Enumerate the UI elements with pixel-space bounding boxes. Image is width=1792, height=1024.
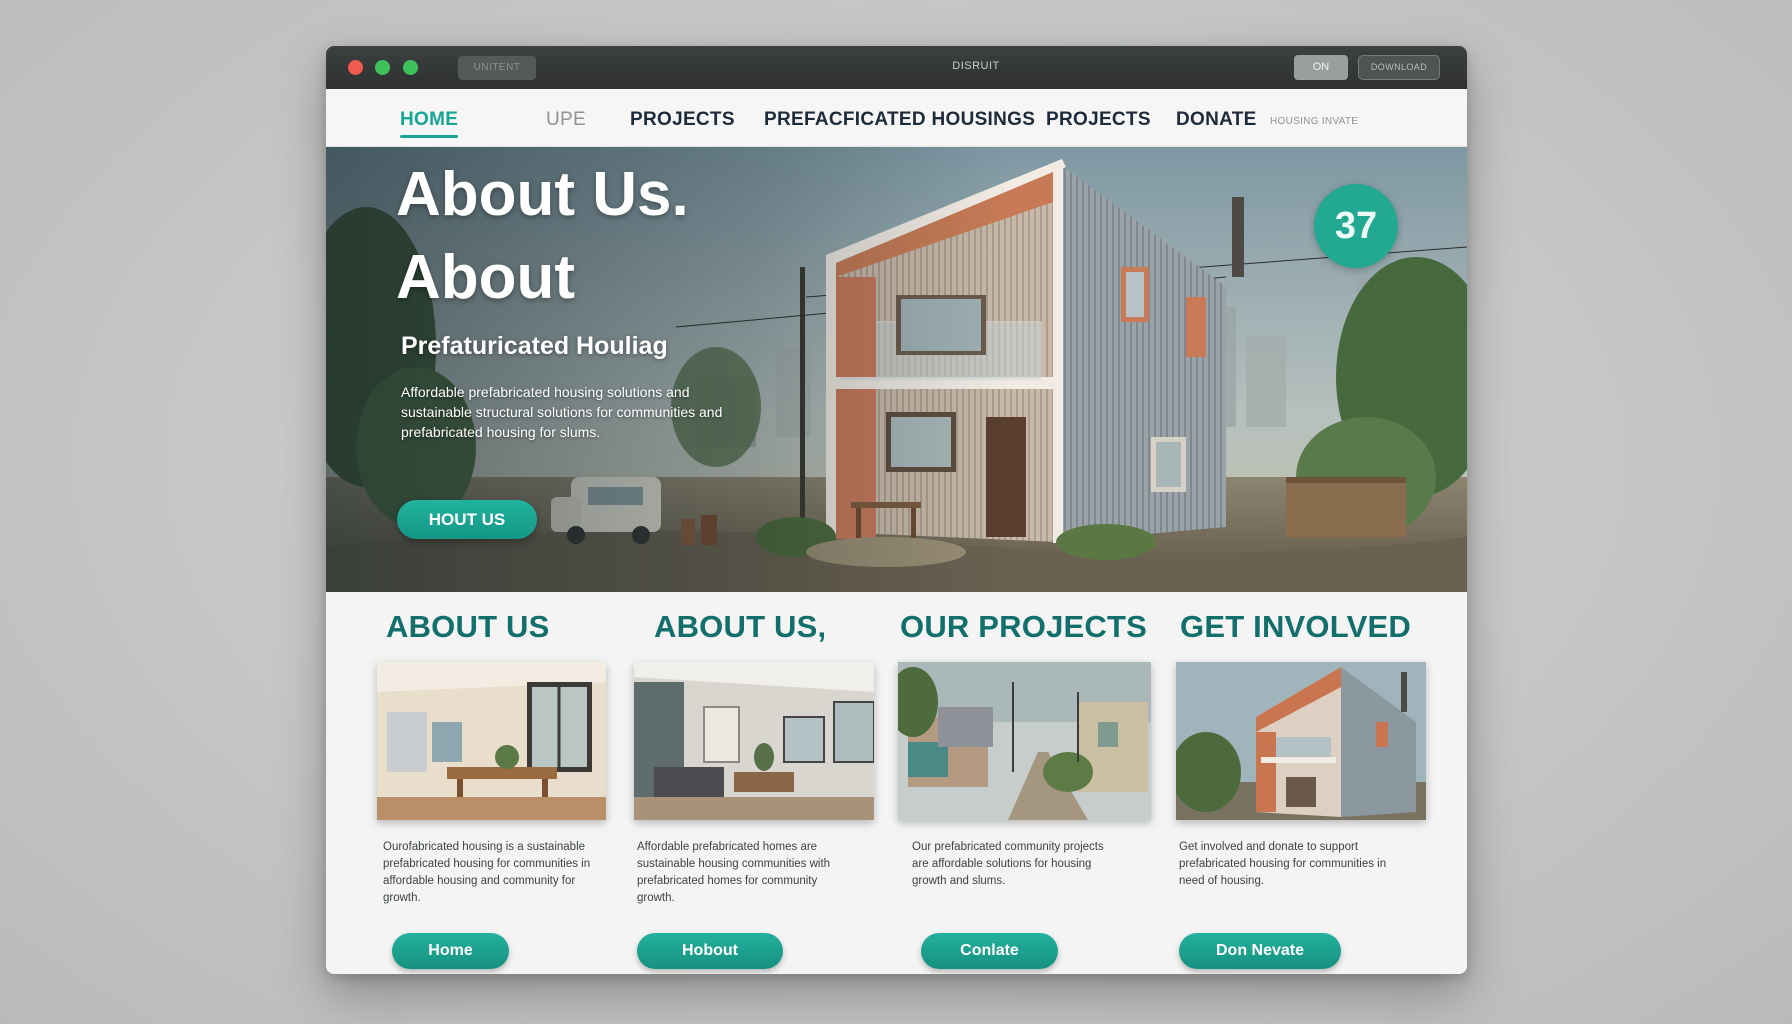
minimize-window-button[interactable] [375, 60, 390, 75]
conlate-button[interactable]: Conlate [921, 933, 1058, 969]
living-room-illustration [634, 662, 874, 820]
window-title: DISRUIT [952, 60, 1000, 72]
card-image-prefab-house[interactable] [1176, 662, 1426, 820]
hobout-button[interactable]: Hobout [637, 933, 783, 969]
section-heading-our-projects: OUR PROJECTS [900, 609, 1147, 644]
hero-banner: About Us. About Prefaturicated Houliag A… [326, 147, 1467, 592]
interior-dining-illustration [377, 662, 606, 820]
count-badge: 37 [1314, 184, 1398, 268]
village-street-illustration [898, 662, 1151, 820]
browser-window: UNITENT DISRUIT ON DOWNLOAD HOME UPE PRO… [326, 46, 1467, 974]
hero-title-line2: About [396, 243, 576, 312]
nav-item-housing-invate[interactable]: HOUSING INVATE [1270, 116, 1358, 127]
section-heading-about-us: ABOUT US [386, 609, 550, 644]
title-bar: UNITENT DISRUIT ON DOWNLOAD [326, 46, 1467, 89]
donate-button[interactable]: Don Nevate [1179, 933, 1341, 969]
close-window-button[interactable] [348, 60, 363, 75]
card-text-our-projects: Our prefabricated community projects are… [912, 841, 1104, 887]
nav-item-upe[interactable]: UPE [546, 109, 586, 131]
nav-item-projects[interactable]: PROJECTS [630, 109, 735, 131]
nav-item-donate[interactable]: DONATE [1176, 109, 1257, 131]
address-bar[interactable]: UNITENT [458, 56, 536, 80]
nav-item-projects-2[interactable]: PROJECTS [1046, 109, 1151, 131]
home-button[interactable]: Home [392, 933, 509, 969]
toolbar-on-button[interactable]: ON [1294, 55, 1348, 80]
section-heading-about-us-2: ABOUT US, [654, 609, 827, 644]
hero-about-button[interactable]: HOUT US [397, 500, 537, 539]
hero-title-line1: About Us. [396, 160, 689, 229]
card-text-about-us: Ourofabricated housing is a sustainable … [383, 841, 591, 904]
card-text-get-involved: Get involved and donate to support prefa… [1179, 841, 1387, 887]
hero-paragraph: Affordable prefabricated housing solutio… [401, 384, 723, 440]
top-navigation: HOME UPE PROJECTS PREFACFICATED HOUSINGS… [326, 89, 1467, 147]
prefab-house-illustration [1176, 662, 1426, 820]
maximize-window-button[interactable] [403, 60, 418, 75]
nav-item-prefabricated-housings[interactable]: PREFACFICATED HOUSINGS [764, 109, 1035, 131]
card-text-about-us-2: Affordable prefabricated homes are susta… [637, 841, 831, 904]
card-image-village-street[interactable] [898, 662, 1151, 820]
toolbar-download-button[interactable]: DOWNLOAD [1358, 55, 1440, 80]
card-image-interior-dining[interactable] [377, 662, 606, 820]
section-heading-get-involved: GET INVOLVED [1180, 609, 1411, 644]
nav-item-home[interactable]: HOME [400, 109, 459, 138]
card-image-living-room[interactable] [634, 662, 874, 820]
hero-subtitle: Prefaturicated Houliag [401, 332, 668, 360]
